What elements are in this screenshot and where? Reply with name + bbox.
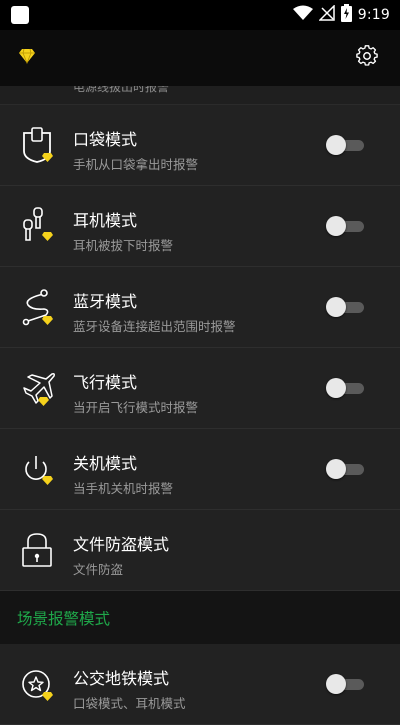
list-item-file-protection-mode[interactable]: 文件防盗模式 文件防盗 [0,510,400,591]
item-subtitle: 当手机关机时报警 [73,481,174,496]
no-signal-icon [317,4,335,25]
wifi-icon [292,5,313,25]
item-subtitle: 文件防盗 [73,562,124,577]
item-title: 关机模式 [73,454,138,473]
top-bar [0,30,400,86]
list-item-earphone-mode[interactable]: 耳机模式 耳机被拔下时报警 [0,186,400,267]
list-item-pocket-mode[interactable]: 口袋模式 手机从口袋拿出时报警 [0,105,400,186]
notification-square-icon [10,5,30,25]
gear-icon[interactable] [356,45,378,71]
item-title: 耳机模式 [73,211,138,230]
battery-charging-icon [340,4,352,26]
item-title: 蓝牙模式 [73,292,138,311]
power-icon [18,449,58,489]
item-title: 口袋模式 [73,130,138,149]
item-title: 文件防盗模式 [73,535,170,554]
item-subtitle: 手机从口袋拿出时报警 [73,157,199,172]
item-subtitle: 耳机被拔下时报警 [73,238,174,253]
mode-list: 口袋模式 手机从口袋拿出时报警 耳机模式 耳机被拔下时报警 蓝牙模式 蓝牙设备连… [0,105,400,725]
status-icons: 9:19 [292,4,390,26]
bluetooth-route-icon [18,287,58,327]
diamond-icon[interactable] [18,48,36,68]
lock-icon [18,530,58,570]
bluetooth-mode-toggle[interactable] [326,297,364,317]
shutdown-mode-toggle[interactable] [326,459,364,479]
truncated-list-item[interactable]: 电源线拔出时报警 [0,86,400,105]
truncated-subtitle: 电源线拔出时报警 [73,86,170,94]
pocket-mode-toggle[interactable] [326,135,364,155]
item-subtitle: 蓝牙设备连接超出范围时报警 [73,319,236,334]
item-title: 公交地铁模式 [73,669,170,688]
item-subtitle: 当开启飞行模式时报警 [73,400,199,415]
star-badge-icon [18,664,58,704]
section-title: 场景报警模式 [17,609,111,628]
item-title: 飞行模式 [73,373,138,392]
list-item-airplane-mode[interactable]: 飞行模式 当开启飞行模式时报警 [0,348,400,429]
airplane-icon [18,368,58,408]
status-bar: 9:19 [0,0,400,30]
airplane-mode-toggle[interactable] [326,378,364,398]
section-header-scene-alarm: 场景报警模式 [0,591,400,644]
status-time: 9:19 [357,7,390,23]
list-item-shutdown-mode[interactable]: 关机模式 当手机关机时报警 [0,429,400,510]
earphone-mode-toggle[interactable] [326,216,364,236]
pocket-icon [18,125,58,165]
item-subtitle: 口袋模式、耳机模式 [73,696,186,711]
list-item-bluetooth-mode[interactable]: 蓝牙模式 蓝牙设备连接超出范围时报警 [0,267,400,348]
bus-subway-mode-toggle[interactable] [326,674,364,694]
earphone-icon [18,206,58,246]
list-item-bus-subway-mode[interactable]: 公交地铁模式 口袋模式、耳机模式 [0,644,400,725]
